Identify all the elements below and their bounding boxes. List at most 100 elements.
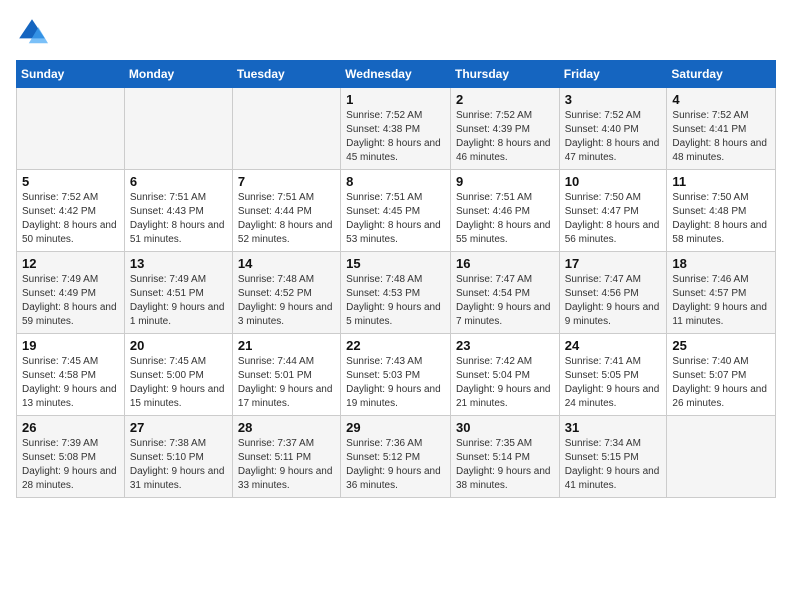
day-cell: 24Sunrise: 7:41 AM Sunset: 5:05 PM Dayli… [559, 334, 667, 416]
day-cell: 4 Sunrise: 7:52 AM Sunset: 4:41 PM Daylig… [667, 88, 776, 170]
day-cell: 15 Sunrise: 7:48 AM Sunset: 4:53 PM Dayli… [341, 252, 451, 334]
day-cell: 7Sunrise: 7:51 AM Sunset: 4:44 PM Daylig… [232, 170, 340, 252]
day-number: 18 [672, 256, 770, 271]
day-cell: 11 Sunrise: 7:50 AM Sunset: 4:48 PM Dayli… [667, 170, 776, 252]
day-number: 9 [456, 174, 554, 189]
day-number: 31 [565, 420, 662, 435]
day-number: 27 [130, 420, 227, 435]
day-cell: 5 Sunrise: 7:52 AM Sunset: 4:42 PM Daylig… [17, 170, 125, 252]
day-cell: 22Sunrise: 7:43 AM Sunset: 5:03 PM Dayli… [341, 334, 451, 416]
header-cell-tuesday: Tuesday [232, 61, 340, 88]
day-info: Sunrise: 7:37 AM Sunset: 5:11 PM Dayligh… [238, 437, 335, 493]
day-info: Sunrise: 7:34 AM Sunset: 5:15 PM Dayligh… [565, 437, 662, 493]
day-info: Sunrise: 7:51 AM Sunset: 4:46 PM Dayligh… [456, 191, 554, 247]
day-info: Sunrise: 7:51 AM Sunset: 4:44 PM Dayligh… [238, 191, 335, 247]
header-row: SundayMondayTuesdayWednesdayThursdayFrid… [17, 61, 776, 88]
day-number: 25 [672, 338, 770, 353]
day-info: Sunrise: 7:45 AM Sunset: 4:58 PM Dayligh… [22, 355, 119, 411]
day-cell: 31 Sunrise: 7:34 AM Sunset: 5:15 PM Dayli… [559, 416, 667, 498]
header-cell-friday: Friday [559, 61, 667, 88]
day-cell: 27 Sunrise: 7:38 AM Sunset: 5:10 PM Dayli… [124, 416, 232, 498]
calendar-table: SundayMondayTuesdayWednesdayThursdayFrid… [16, 60, 776, 498]
day-number: 29 [346, 420, 445, 435]
day-cell: 2 Sunrise: 7:52 AM Sunset: 4:39 PM Daylig… [450, 88, 559, 170]
day-number: 11 [672, 174, 770, 189]
day-info: Sunrise: 7:52 AM Sunset: 4:42 PM Dayligh… [22, 191, 119, 247]
day-info: Sunrise: 7:52 AM Sunset: 4:40 PM Dayligh… [565, 109, 662, 165]
day-info: Sunrise: 7:52 AM Sunset: 4:38 PM Dayligh… [346, 109, 445, 165]
day-number: 28 [238, 420, 335, 435]
day-info: Sunrise: 7:42 AM Sunset: 5:04 PM Dayligh… [456, 355, 554, 411]
day-number: 5 [22, 174, 119, 189]
header-cell-monday: Monday [124, 61, 232, 88]
day-number: 10 [565, 174, 662, 189]
logo [16, 16, 52, 48]
day-cell: 21Sunrise: 7:44 AM Sunset: 5:01 PM Dayli… [232, 334, 340, 416]
day-cell: 28 Sunrise: 7:37 AM Sunset: 5:11 PM Dayli… [232, 416, 340, 498]
day-number: 17 [565, 256, 662, 271]
day-cell: 9 Sunrise: 7:51 AM Sunset: 4:46 PM Daylig… [450, 170, 559, 252]
calendar-body: 1 Sunrise: 7:52 AM Sunset: 4:38 PM Daylig… [17, 88, 776, 498]
day-info: Sunrise: 7:49 AM Sunset: 4:49 PM Dayligh… [22, 273, 119, 329]
week-row-5: 26 Sunrise: 7:39 AM Sunset: 5:08 PM Dayli… [17, 416, 776, 498]
day-number: 12 [22, 256, 119, 271]
day-number: 3 [565, 92, 662, 107]
day-cell: 12 Sunrise: 7:49 AM Sunset: 4:49 PM Dayli… [17, 252, 125, 334]
day-cell: 23 Sunrise: 7:42 AM Sunset: 5:04 PM Dayli… [450, 334, 559, 416]
day-cell: 18 Sunrise: 7:46 AM Sunset: 4:57 PM Dayli… [667, 252, 776, 334]
day-cell: 14Sunrise: 7:48 AM Sunset: 4:52 PM Dayli… [232, 252, 340, 334]
day-number: 23 [456, 338, 554, 353]
day-info: Sunrise: 7:45 AM Sunset: 5:00 PM Dayligh… [130, 355, 227, 411]
week-row-2: 5 Sunrise: 7:52 AM Sunset: 4:42 PM Daylig… [17, 170, 776, 252]
day-number: 1 [346, 92, 445, 107]
day-number: 6 [130, 174, 227, 189]
day-number: 13 [130, 256, 227, 271]
day-number: 26 [22, 420, 119, 435]
day-number: 15 [346, 256, 445, 271]
day-number: 22 [346, 338, 445, 353]
day-number: 21 [238, 338, 335, 353]
week-row-1: 1 Sunrise: 7:52 AM Sunset: 4:38 PM Daylig… [17, 88, 776, 170]
day-info: Sunrise: 7:36 AM Sunset: 5:12 PM Dayligh… [346, 437, 445, 493]
day-number: 30 [456, 420, 554, 435]
day-cell: 3 Sunrise: 7:52 AM Sunset: 4:40 PM Daylig… [559, 88, 667, 170]
day-cell: 25 Sunrise: 7:40 AM Sunset: 5:07 PM Dayli… [667, 334, 776, 416]
day-cell: 30 Sunrise: 7:35 AM Sunset: 5:14 PM Dayli… [450, 416, 559, 498]
header-cell-thursday: Thursday [450, 61, 559, 88]
day-cell [17, 88, 125, 170]
day-info: Sunrise: 7:46 AM Sunset: 4:57 PM Dayligh… [672, 273, 770, 329]
day-cell: 8Sunrise: 7:51 AM Sunset: 4:45 PM Daylig… [341, 170, 451, 252]
header-cell-saturday: Saturday [667, 61, 776, 88]
day-info: Sunrise: 7:48 AM Sunset: 4:52 PM Dayligh… [238, 273, 335, 329]
day-cell: 19Sunrise: 7:45 AM Sunset: 4:58 PM Dayli… [17, 334, 125, 416]
day-cell: 6 Sunrise: 7:51 AM Sunset: 4:43 PM Daylig… [124, 170, 232, 252]
week-row-3: 12 Sunrise: 7:49 AM Sunset: 4:49 PM Dayli… [17, 252, 776, 334]
day-info: Sunrise: 7:40 AM Sunset: 5:07 PM Dayligh… [672, 355, 770, 411]
page-container: SundayMondayTuesdayWednesdayThursdayFrid… [0, 0, 792, 506]
day-info: Sunrise: 7:50 AM Sunset: 4:48 PM Dayligh… [672, 191, 770, 247]
day-info: Sunrise: 7:35 AM Sunset: 5:14 PM Dayligh… [456, 437, 554, 493]
header-cell-wednesday: Wednesday [341, 61, 451, 88]
day-number: 4 [672, 92, 770, 107]
day-cell: 29 Sunrise: 7:36 AM Sunset: 5:12 PM Dayli… [341, 416, 451, 498]
header-cell-sunday: Sunday [17, 61, 125, 88]
day-info: Sunrise: 7:39 AM Sunset: 5:08 PM Dayligh… [22, 437, 119, 493]
day-info: Sunrise: 7:49 AM Sunset: 4:51 PM Dayligh… [130, 273, 227, 329]
day-cell [232, 88, 340, 170]
day-info: Sunrise: 7:52 AM Sunset: 4:39 PM Dayligh… [456, 109, 554, 165]
day-cell: 13 Sunrise: 7:49 AM Sunset: 4:51 PM Dayli… [124, 252, 232, 334]
day-info: Sunrise: 7:51 AM Sunset: 4:45 PM Dayligh… [346, 191, 445, 247]
day-info: Sunrise: 7:38 AM Sunset: 5:10 PM Dayligh… [130, 437, 227, 493]
calendar-header: SundayMondayTuesdayWednesdayThursdayFrid… [17, 61, 776, 88]
day-info: Sunrise: 7:51 AM Sunset: 4:43 PM Dayligh… [130, 191, 227, 247]
day-cell: 17Sunrise: 7:47 AM Sunset: 4:56 PM Dayli… [559, 252, 667, 334]
day-info: Sunrise: 7:48 AM Sunset: 4:53 PM Dayligh… [346, 273, 445, 329]
day-info: Sunrise: 7:52 AM Sunset: 4:41 PM Dayligh… [672, 109, 770, 165]
day-cell: 1 Sunrise: 7:52 AM Sunset: 4:38 PM Daylig… [341, 88, 451, 170]
day-cell: 10Sunrise: 7:50 AM Sunset: 4:47 PM Dayli… [559, 170, 667, 252]
logo-icon [16, 16, 48, 48]
day-info: Sunrise: 7:47 AM Sunset: 4:54 PM Dayligh… [456, 273, 554, 329]
day-number: 2 [456, 92, 554, 107]
day-number: 20 [130, 338, 227, 353]
day-cell [124, 88, 232, 170]
